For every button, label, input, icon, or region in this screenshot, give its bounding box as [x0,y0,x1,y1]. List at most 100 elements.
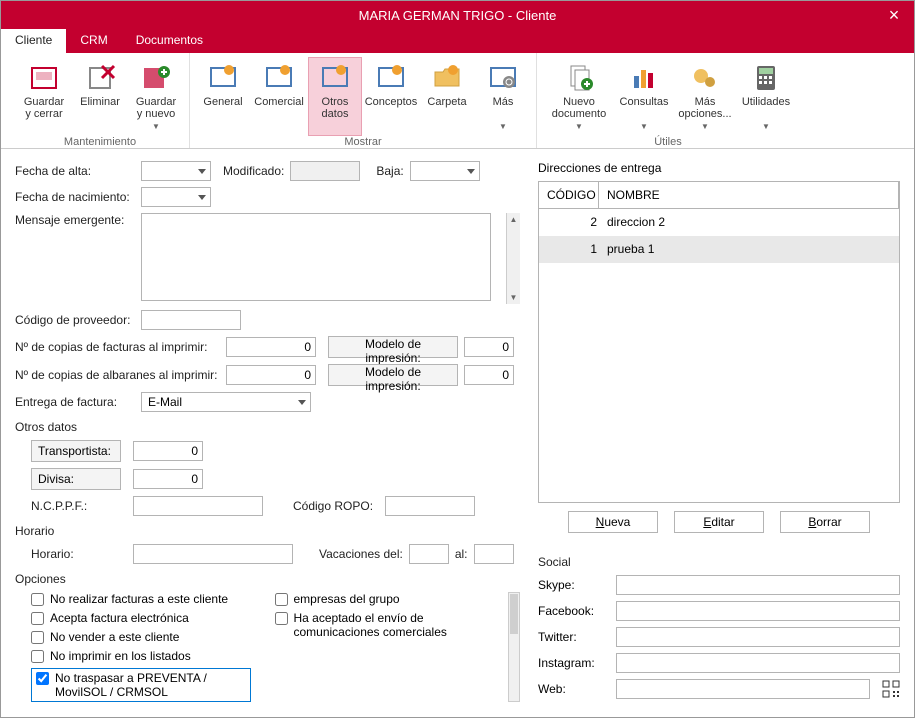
nueva-button[interactable]: Nueva [568,511,658,533]
gears-icon [689,62,721,94]
grid-header-codigo[interactable]: CÓDIGO [539,182,599,208]
qr-icon[interactable] [882,680,900,698]
mensaje-emergente-label: Mensaje emergente: [15,213,135,227]
facebook-field[interactable] [616,601,900,621]
nuevo-documento-button[interactable]: Nuevo documento ▼ [543,57,615,136]
divisa-field[interactable] [133,469,203,489]
chevron-down-icon: ▼ [499,122,507,131]
borrar-button[interactable]: Borrar [780,511,870,533]
entrega-factura-field[interactable]: E-Mail [141,392,311,412]
grid-row[interactable]: 1 prueba 1 [539,236,899,263]
acepta-fe-checkbox[interactable] [31,612,44,625]
right-column: Direcciones de entrega CÓDIGO NOMBRE 2 d… [538,161,900,705]
horario-field[interactable] [133,544,293,564]
textarea-scrollbar[interactable]: ▲▼ [506,213,520,304]
tab-cliente[interactable]: Cliente [1,29,66,53]
modelo-2-field[interactable] [464,365,514,385]
guardar-cerrar-button[interactable]: Guardar y cerrar [17,57,71,136]
general-icon [207,62,239,94]
social-header: Social [538,555,900,569]
guardar-nuevo-button[interactable]: Guardar y nuevo ▼ [129,57,183,136]
delivery-grid: CÓDIGO NOMBRE 2 direccion 2 1 prueba 1 [538,181,900,503]
utilidades-button[interactable]: Utilidades ▼ [739,57,793,136]
fecha-alta-field[interactable] [141,161,211,181]
chevron-down-icon: ▼ [152,122,160,131]
direcciones-header: Direcciones de entrega [538,161,900,175]
no-vender-checkbox[interactable] [31,631,44,644]
ribbon-group-mostrar: General Comercial Otros datos Conceptos … [190,53,537,148]
skype-field[interactable] [616,575,900,595]
modificado-label: Modificado: [223,164,284,178]
calculator-icon [750,62,782,94]
conceptos-button[interactable]: Conceptos [364,57,418,136]
vacaciones-label: Vacaciones del: [319,547,403,561]
modificado-field [290,161,360,181]
opciones-header: Opciones [15,572,520,586]
no-facturas-checkbox[interactable] [31,593,44,606]
modelo-impresion-2-button[interactable]: Modelo de impresión: [328,364,458,386]
editar-button[interactable]: Editar [674,511,764,533]
delete-icon [84,62,116,94]
ha-aceptado-checkbox[interactable] [275,612,288,625]
copias-albaranes-field[interactable] [226,365,316,385]
chevron-down-icon: ▼ [762,122,770,131]
codigo-ropo-field[interactable] [385,496,475,516]
baja-label: Baja: [376,164,403,178]
al-label: al: [455,547,468,561]
transportista-button[interactable]: Transportista: [31,440,121,462]
title-bar: MARIA GERMAN TRIGO - Cliente × [1,1,914,29]
fecha-nacimiento-label: Fecha de nacimiento: [15,190,135,204]
transportista-field[interactable] [133,441,203,461]
codigo-proveedor-label: Código de proveedor: [15,313,135,327]
ncppf-field[interactable] [133,496,263,516]
horario-label: Horario: [31,547,91,561]
twitter-label: Twitter: [538,630,608,644]
codigo-proveedor-field[interactable] [141,310,241,330]
mas-opciones-button[interactable]: Más opciones... ▼ [673,57,737,136]
carpeta-button[interactable]: Carpeta [420,57,474,136]
instagram-field[interactable] [616,653,900,673]
options-scrollbar[interactable] [508,592,520,702]
otros-datos-icon [319,62,351,94]
facebook-label: Facebook: [538,604,608,618]
tab-documentos[interactable]: Documentos [122,29,217,53]
close-icon[interactable]: × [882,3,906,27]
no-imprimir-checkbox[interactable] [31,650,44,663]
chevron-down-icon: ▼ [575,122,583,131]
ribbon-group-mantenimiento: Guardar y cerrar Eliminar Guardar y nuev… [11,53,190,148]
vacaciones-del-field[interactable] [409,544,449,564]
horario-header: Horario [15,524,520,538]
empresas-grupo-checkbox[interactable] [275,593,288,606]
otros-datos-button[interactable]: Otros datos [308,57,362,136]
grid-header-nombre[interactable]: NOMBRE [599,182,899,208]
chart-icon [628,62,660,94]
fecha-nacimiento-field[interactable] [141,187,211,207]
main-content: Fecha de alta: Modificado: Baja: Fecha d… [1,149,914,717]
chevron-down-icon: ▼ [701,122,709,131]
modelo-1-field[interactable] [464,337,514,357]
modelo-impresion-1-button[interactable]: Modelo de impresión: [328,336,458,358]
comercial-button[interactable]: Comercial [252,57,306,136]
vacaciones-al-field[interactable] [474,544,514,564]
entrega-factura-label: Entrega de factura: [15,395,135,409]
general-button[interactable]: General [196,57,250,136]
web-field[interactable] [616,679,870,699]
no-traspasar-checkbox[interactable] [36,672,49,685]
mas-button[interactable]: Más ▼ [476,57,530,136]
divisa-button[interactable]: Divisa: [31,468,121,490]
ribbon-group-utiles: Nuevo documento ▼ Consultas ▼ Más opcion… [537,53,799,148]
new-document-icon [563,62,595,94]
twitter-field[interactable] [616,627,900,647]
copias-facturas-field[interactable] [226,337,316,357]
tab-crm[interactable]: CRM [66,29,121,53]
consultas-button[interactable]: Consultas ▼ [617,57,671,136]
mensaje-emergente-field[interactable] [141,213,491,301]
eliminar-button[interactable]: Eliminar [73,57,127,136]
copias-albaranes-label: Nº de copias de albaranes al imprimir: [15,368,220,382]
instagram-label: Instagram: [538,656,608,670]
otros-datos-header: Otros datos [15,420,520,434]
codigo-ropo-label: Código ROPO: [293,499,373,513]
grid-row[interactable]: 2 direccion 2 [539,209,899,236]
main-tabs: Cliente CRM Documentos [1,29,914,53]
baja-field[interactable] [410,161,480,181]
